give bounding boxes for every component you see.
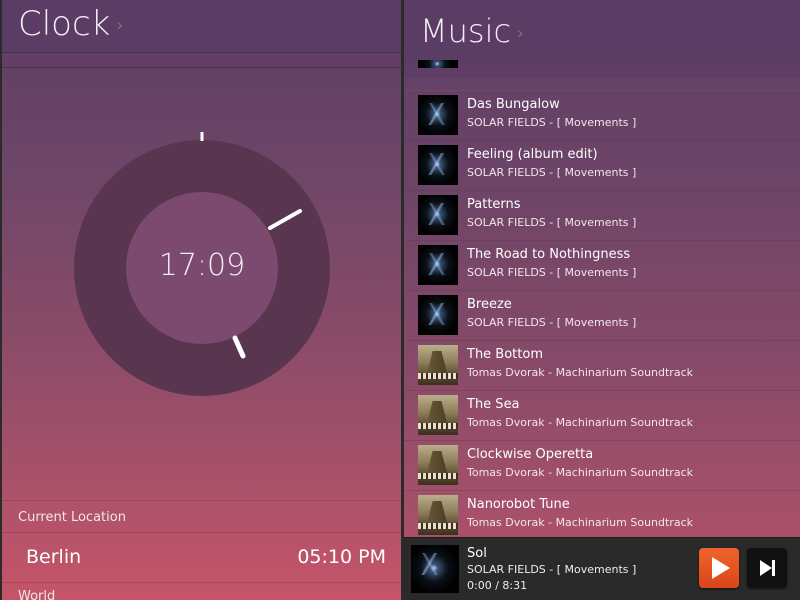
now-playing-cover <box>411 545 459 593</box>
track-title: Nanorobot Tune <box>467 497 570 512</box>
now-playing-title: Sol <box>467 546 487 561</box>
track-row[interactable]: Clockwise Operetta Tomas Dvorak - Machin… <box>404 440 800 491</box>
track-artist-album: Tomas Dvorak - Machinarium Soundtrack <box>467 366 693 379</box>
track-title: The Sea <box>467 397 520 412</box>
track-artist-album: SOLAR FIELDS - [ Movements ] <box>467 116 637 129</box>
track-title: Clockwise Operetta <box>467 447 594 462</box>
music-app: Music › Das Bungalow SOLAR FIELDS - [ Mov… <box>404 0 800 600</box>
track-row[interactable]: Breeze SOLAR FIELDS - [ Movements ] <box>404 290 800 341</box>
app-title: Music <box>420 12 512 50</box>
album-cover <box>418 145 458 185</box>
track-row[interactable]: Das Bungalow SOLAR FIELDS - [ Movements … <box>404 90 800 141</box>
divider <box>2 582 401 583</box>
track-artist-album: SOLAR FIELDS - [ Movements ] <box>467 266 637 279</box>
now-playing-progress-time: 0:00 / 8:31 <box>467 579 528 592</box>
album-cover <box>418 445 458 485</box>
clock-app: Clock › 17:09 Current Location Berlin 05:… <box>2 0 401 600</box>
track-title: The Road to Nothingness <box>467 247 631 262</box>
location-city: Berlin <box>26 546 82 568</box>
track-row[interactable]: The Sea Tomas Dvorak - Machinarium Sound… <box>404 390 800 441</box>
track-title: Feeling (album edit) <box>467 147 598 162</box>
track-artist-album: Tomas Dvorak - Machinarium Soundtrack <box>467 416 693 429</box>
music-title-wrap[interactable]: Music › <box>420 12 524 50</box>
album-cover <box>418 395 458 435</box>
track-row[interactable]: The Road to Nothingness SOLAR FIELDS - [… <box>404 240 800 291</box>
current-location-label: Current Location <box>18 510 126 525</box>
play-icon <box>712 557 730 579</box>
album-cover <box>418 95 458 135</box>
track-artist-album: SOLAR FIELDS - [ Movements ] <box>467 216 637 229</box>
album-cover <box>418 495 458 535</box>
now-playing-artist-album: SOLAR FIELDS - [ Movements ] <box>467 563 637 576</box>
now-playing-bar[interactable]: Sol SOLAR FIELDS - [ Movements ] 0:00 / … <box>404 537 800 600</box>
track-title: The Bottom <box>467 347 543 362</box>
track-row[interactable]: Nanorobot Tune Tomas Dvorak - Machinariu… <box>404 490 800 536</box>
album-cover <box>418 245 458 285</box>
album-cover <box>418 345 458 385</box>
divider <box>2 500 401 501</box>
location-time: 05:10 PM <box>297 546 386 568</box>
track-row[interactable]: Feeling (album edit) SOLAR FIELDS - [ Mo… <box>404 140 800 191</box>
track-artist-album: SOLAR FIELDS - [ Movements ] <box>467 166 637 179</box>
track-artist-album: SOLAR FIELDS - [ Movements ] <box>467 316 637 329</box>
divider <box>2 532 401 533</box>
track-title: Das Bungalow <box>467 97 560 112</box>
track-row[interactable]: The Bottom Tomas Dvorak - Machinarium So… <box>404 340 800 391</box>
track-artist-album: Tomas Dvorak - Machinarium Soundtrack <box>467 516 693 529</box>
album-cover <box>418 295 458 335</box>
play-button[interactable] <box>699 548 739 588</box>
track-title: Breeze <box>467 297 512 312</box>
chevron-right-icon[interactable]: › <box>517 23 524 44</box>
skip-next-icon <box>760 560 775 576</box>
album-cover <box>418 195 458 235</box>
track-title: Patterns <box>467 197 521 212</box>
track-row[interactable]: Patterns SOLAR FIELDS - [ Movements ] <box>404 190 800 241</box>
track-artist-album: Tomas Dvorak - Machinarium Soundtrack <box>467 466 693 479</box>
digital-time: 17:09 <box>158 248 246 283</box>
track-list[interactable]: Das Bungalow SOLAR FIELDS - [ Movements … <box>404 78 800 536</box>
next-track-button[interactable] <box>747 548 787 588</box>
music-header-divider <box>404 60 800 78</box>
partial-album-cover <box>418 60 458 68</box>
music-header: Music › <box>404 0 800 62</box>
world-label: World <box>18 589 56 600</box>
